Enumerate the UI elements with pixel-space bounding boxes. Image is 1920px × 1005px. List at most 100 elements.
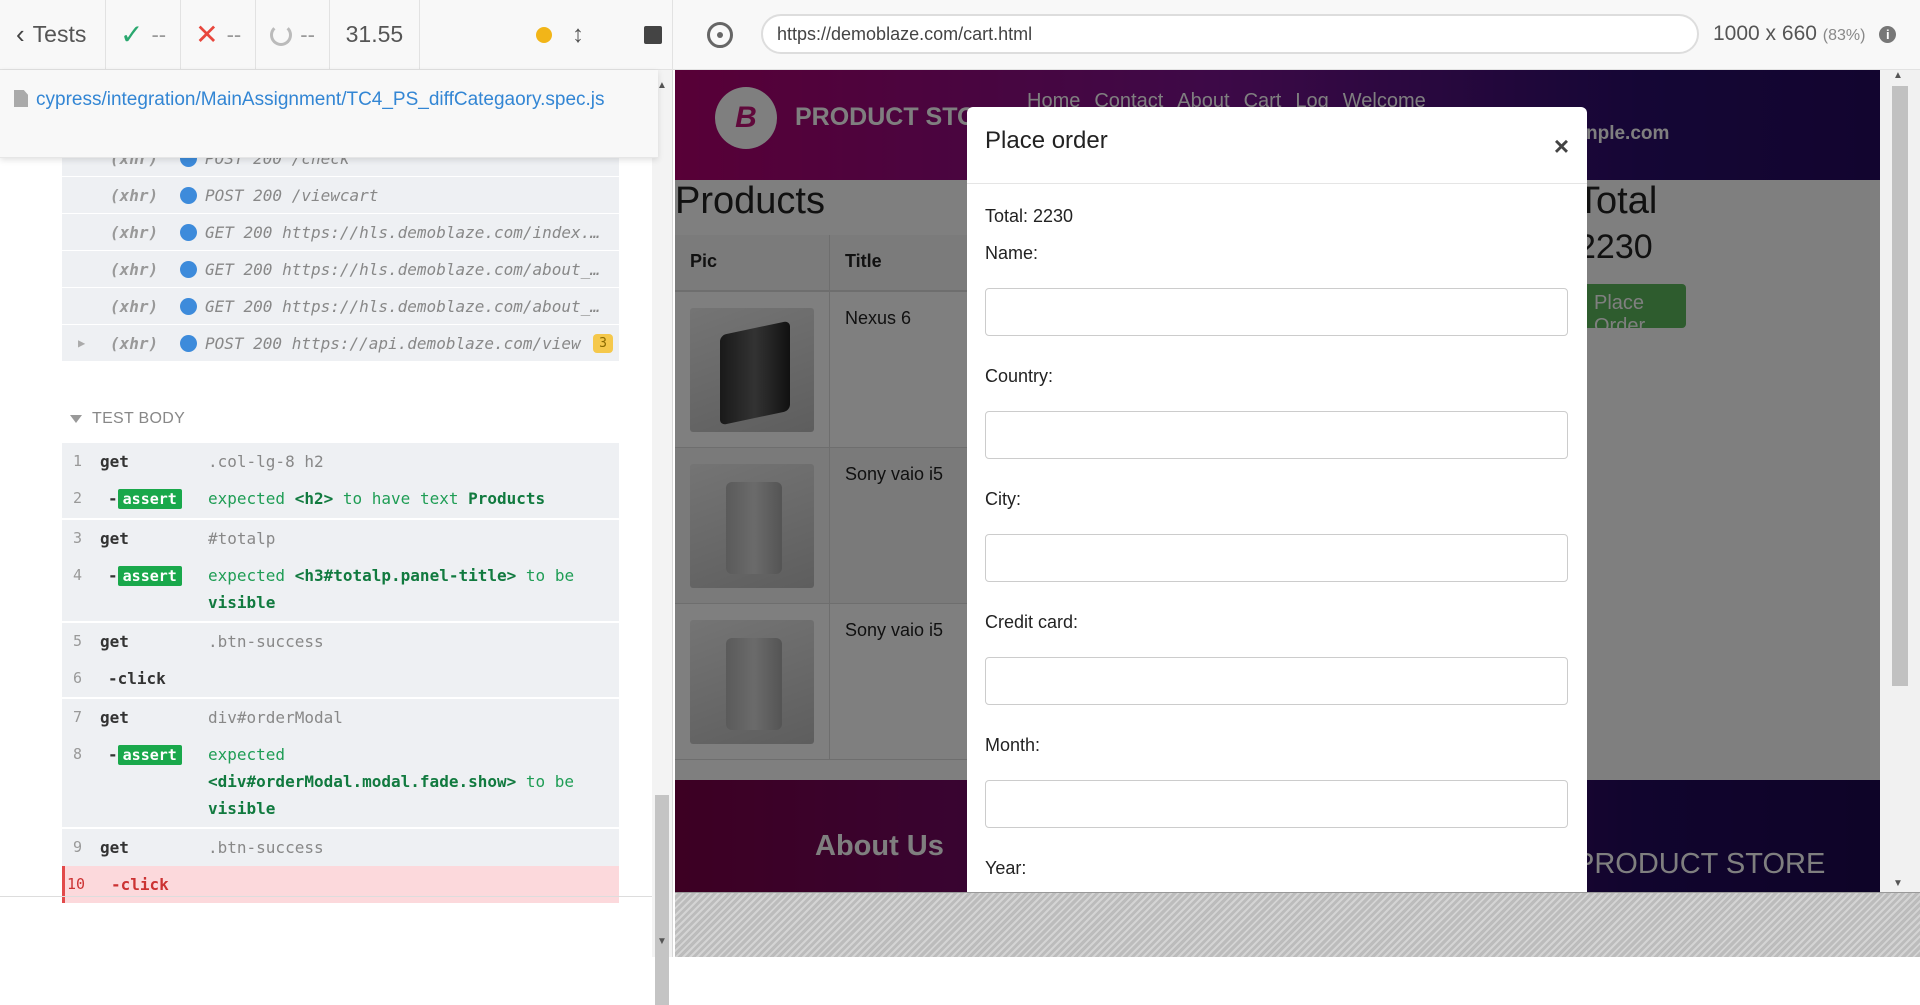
command-number: 6	[72, 669, 82, 687]
aut-scrollbar[interactable]: ▲ ▼	[1880, 70, 1920, 892]
command-row[interactable]: 8 - assert expected <div#orderModal.modal…	[62, 736, 619, 827]
command-message: expected <div#orderModal.modal.fade.show…	[208, 745, 575, 818]
command-log: 1 get .col-lg-8 h2 2 - assert expected <h…	[62, 443, 619, 903]
command-method: get	[100, 632, 129, 651]
command-number: 7	[72, 708, 82, 726]
reporter-scrollbar[interactable]: ▲ ▼	[652, 70, 672, 1005]
url-bar[interactable]: https://demoblaze.com/cart.html	[761, 14, 1699, 54]
command-method: -click	[111, 875, 169, 894]
pending-stat: --	[256, 0, 330, 70]
city-input[interactable]	[985, 534, 1568, 582]
log-message: GET 200 https://hls.demoblaze.com/index.…	[205, 222, 619, 242]
log-message: POST 200 https://api.demoblaze.com/view	[205, 333, 581, 353]
aut-iframe: B PRODUCT STORE Home Contact About Cart …	[675, 70, 1920, 892]
modal-body: Total: 2230 Name: Country: City: Credit …	[967, 184, 1587, 892]
command-number: 1	[72, 452, 82, 470]
command-method: - assert	[92, 741, 208, 822]
auto-scroll-toggle-icon[interactable]: ↕	[572, 21, 584, 49]
modal-total: Total: 2230	[985, 206, 1074, 226]
log-type: (xhr)	[110, 222, 159, 242]
month-input[interactable]	[985, 780, 1568, 828]
command-row[interactable]: 3 get #totalp	[62, 518, 619, 557]
log-type: (xhr)	[110, 296, 159, 316]
test-body-header[interactable]: TEST BODY	[70, 410, 185, 428]
running-indicator-icon	[536, 26, 552, 43]
command-arg: #totalp	[208, 529, 276, 548]
tests-button[interactable]: ‹ Tests	[0, 0, 106, 70]
command-number: 9	[72, 838, 82, 856]
assert-badge: assert	[117, 745, 182, 765]
info-icon[interactable]: i	[1879, 26, 1897, 43]
scroll-up-icon[interactable]: ▲	[657, 80, 667, 91]
divider	[0, 896, 652, 897]
reporter-toolbar: ‹ Tests ✓ -- ✕ -- -- 31.55 ↕	[0, 0, 673, 70]
assert-badge: assert	[117, 489, 182, 509]
xhr-log-row[interactable]: (xhr) POST 200 /viewcart	[62, 177, 619, 214]
name-input[interactable]	[985, 288, 1568, 336]
command-row[interactable]: 1 get .col-lg-8 h2	[62, 443, 619, 480]
month-label: Month:	[985, 735, 1041, 755]
spec-file-path[interactable]: cypress/integration/MainAssignment/TC4_P…	[0, 70, 658, 158]
xhr-log-list: (xhr) POST 200 /check (xhr) POST 200 /vi…	[62, 140, 619, 362]
command-arg	[208, 665, 619, 692]
log-type: (xhr)	[110, 185, 159, 205]
pending-count: --	[300, 21, 315, 47]
log-message: GET 200 https://hls.demoblaze.com/about_…	[205, 296, 619, 316]
command-message: expected <h3#totalp.panel-title> to be v…	[208, 566, 575, 612]
year-label: Year:	[985, 858, 1027, 878]
command-number: 5	[72, 632, 82, 650]
cross-icon: ✕	[195, 19, 219, 50]
command-number: 10	[66, 875, 85, 893]
close-icon[interactable]: ×	[1554, 131, 1569, 162]
section-title-text: TEST BODY	[92, 410, 186, 427]
command-row-failed[interactable]: 10 -click	[62, 866, 619, 903]
command-number: 2	[72, 489, 82, 507]
modal-title: Place order	[985, 127, 1108, 154]
scroll-thumb[interactable]	[1892, 86, 1908, 686]
command-row[interactable]: 2 - assert expected <h2> to have text Pro…	[62, 480, 619, 518]
command-row[interactable]: 4 - assert expected <h3#totalp.panel-titl…	[62, 557, 619, 621]
order-modal: Place order × Total: 2230 Name: Country:…	[967, 107, 1587, 892]
scroll-down-icon[interactable]: ▼	[657, 936, 667, 947]
scroll-down-icon[interactable]: ▼	[1893, 878, 1903, 889]
tests-label: Tests	[32, 21, 87, 47]
command-arg: .col-lg-8 h2	[208, 452, 324, 471]
selector-playground-icon[interactable]	[707, 22, 733, 48]
country-label: Country:	[985, 366, 1054, 386]
command-row[interactable]: 5 get .btn-success	[62, 621, 619, 660]
command-row[interactable]: 7 get div#orderModal	[62, 697, 619, 736]
credit-card-label: Credit card:	[985, 612, 1079, 632]
xhr-log-row[interactable]: (xhr) GET 200 https://hls.demoblaze.com/…	[62, 214, 619, 251]
command-method: - assert	[92, 562, 208, 616]
xhr-log-row[interactable]: (xhr) GET 200 https://hls.demoblaze.com/…	[62, 251, 619, 288]
assert-badge: assert	[117, 566, 182, 586]
log-type: (xhr)	[110, 259, 159, 279]
command-row[interactable]: 6 -click	[62, 660, 619, 697]
log-message: GET 200 https://hls.demoblaze.com/about_…	[205, 259, 619, 279]
name-label: Name:	[985, 243, 1039, 263]
xhr-status-icon	[180, 260, 197, 278]
viewport-scale: (83%)	[1822, 27, 1866, 44]
failed-count: --	[226, 21, 242, 47]
command-arg	[211, 871, 619, 898]
command-row[interactable]: 9 get .btn-success	[62, 827, 619, 866]
log-count-badge: 3	[593, 333, 613, 353]
run-controls: ↕	[420, 0, 673, 70]
cypress-reporter: ‹ Tests ✓ -- ✕ -- -- 31.55 ↕ cypress/int…	[0, 0, 673, 1005]
command-method: -click	[108, 669, 166, 688]
duration: 31.55	[330, 0, 420, 70]
pending-spinner-icon	[270, 23, 293, 46]
xhr-status-icon	[180, 334, 197, 352]
viewport-size: 1000 x 660	[1713, 22, 1817, 45]
credit-card-input[interactable]	[985, 657, 1568, 705]
xhr-log-row[interactable]: (xhr) GET 200 https://hls.demoblaze.com/…	[62, 288, 619, 325]
scroll-thumb[interactable]	[655, 795, 669, 1005]
command-arg: .btn-success	[208, 838, 324, 857]
country-input[interactable]	[985, 411, 1568, 459]
passed-stat: ✓ --	[106, 0, 182, 70]
xhr-log-row[interactable]: ▶ (xhr) POST 200 https://api.demoblaze.c…	[62, 325, 619, 362]
scroll-up-icon[interactable]: ▲	[1893, 70, 1903, 81]
stop-icon[interactable]	[644, 25, 662, 44]
command-method: get	[100, 708, 129, 727]
expand-caret-icon[interactable]: ▶	[78, 336, 85, 350]
